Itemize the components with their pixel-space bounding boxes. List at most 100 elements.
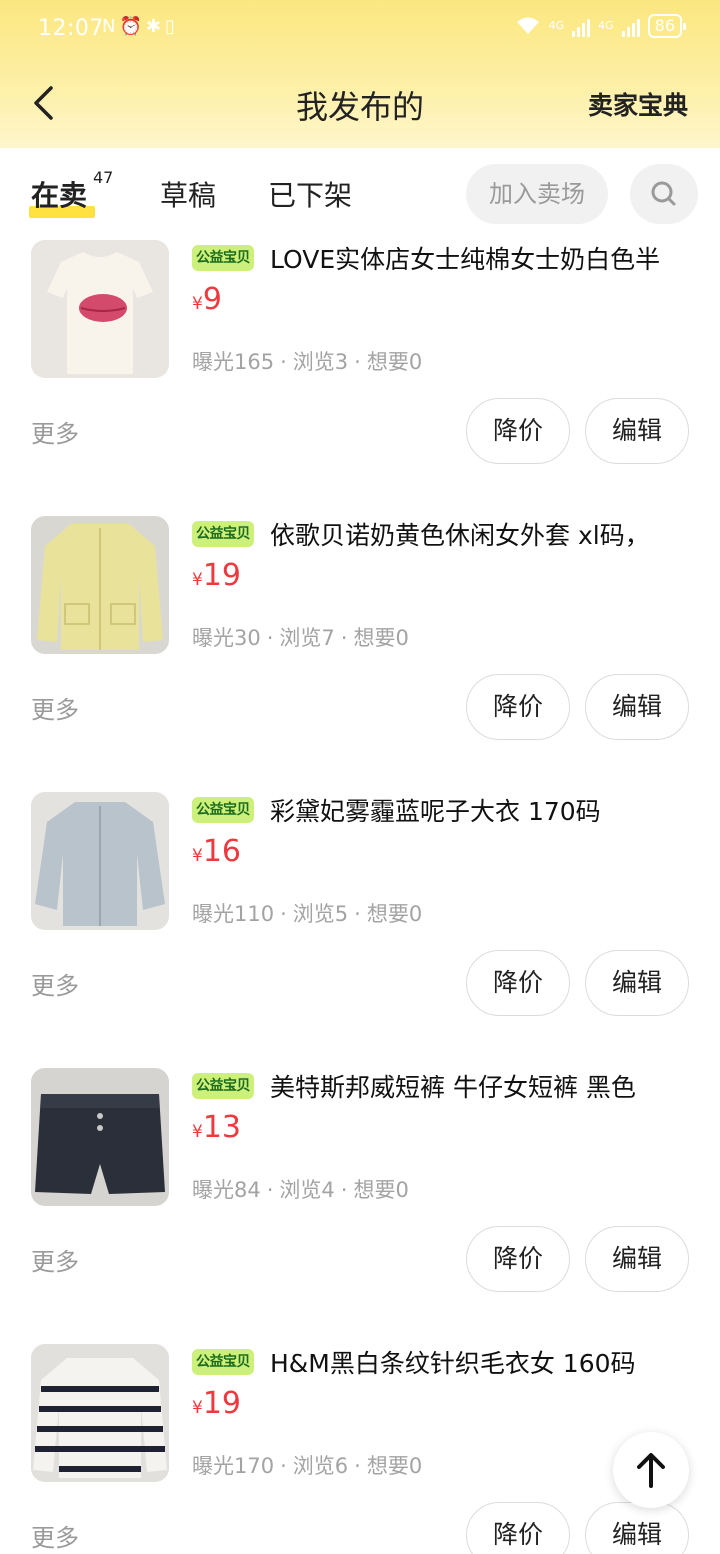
network-label-2: 4G <box>598 19 614 32</box>
stat-views: 浏览5 <box>292 902 349 926</box>
stat-exposure: 曝光30 <box>192 626 261 650</box>
signal-icon <box>572 15 591 37</box>
coat-image <box>31 792 169 930</box>
edit-button[interactable]: 编辑 <box>585 1226 689 1292</box>
edit-button[interactable]: 编辑 <box>585 950 689 1016</box>
lower-price-button[interactable]: 降价 <box>466 1226 570 1292</box>
product-thumbnail[interactable] <box>31 792 169 930</box>
price-value: 13 <box>202 1110 242 1145</box>
stat-views: 浏览3 <box>292 350 349 374</box>
nfc-icon: N <box>102 16 116 37</box>
status-time: 12:07 <box>38 16 104 41</box>
stat-views: 浏览6 <box>292 1454 349 1478</box>
item-stats: 曝光84 · 浏览4 · 想要0 <box>192 1178 409 1202</box>
item-title[interactable]: 依歌贝诺奶黄色休闲女外套 xl码， <box>270 516 700 552</box>
status-left-icons: N ⏰ ✱ ▯ <box>102 16 175 37</box>
more-button[interactable]: 更多 <box>31 414 79 449</box>
charity-badge: 公益宝贝 <box>192 1349 254 1375</box>
tab-delisted[interactable]: 已下架 <box>268 174 352 214</box>
lower-price-button[interactable]: 降价 <box>466 950 570 1016</box>
vibrate-icon: ▯ <box>164 16 175 37</box>
stat-exposure: 曝光110 <box>192 902 275 926</box>
more-button[interactable]: 更多 <box>31 1242 79 1277</box>
stat-views: 浏览4 <box>279 1178 335 1202</box>
tab-drafts[interactable]: 草稿 <box>160 174 216 214</box>
stat-wants: 想要0 <box>366 350 423 374</box>
product-thumbnail[interactable] <box>31 1344 169 1482</box>
sweater-image <box>31 1344 169 1482</box>
item-stats: 曝光170 · 浏览6 · 想要0 <box>192 1454 423 1478</box>
stat-exposure: 曝光165 <box>192 350 275 374</box>
item-title[interactable]: 彩黛妃雾霾蓝呢子大衣 170码 <box>270 792 700 828</box>
currency-symbol: ¥ <box>192 1122 203 1142</box>
currency-symbol: ¥ <box>192 1398 203 1418</box>
currency-symbol: ¥ <box>192 846 203 866</box>
item-price: ¥19 <box>192 558 241 593</box>
item-stats: 曝光110 · 浏览5 · 想要0 <box>192 902 423 926</box>
arrow-up-icon <box>637 1453 665 1488</box>
currency-symbol: ¥ <box>192 294 203 314</box>
bluetooth-icon: ✱ <box>145 16 161 37</box>
stat-wants: 想要0 <box>366 1454 423 1478</box>
item-price: ¥19 <box>192 1386 241 1421</box>
charity-badge: 公益宝贝 <box>192 521 254 547</box>
stat-exposure: 曝光170 <box>192 1454 275 1478</box>
tab-on-sale[interactable]: 在卖 47 <box>29 168 113 218</box>
status-right: 4G 4G 86 <box>515 14 687 38</box>
product-thumbnail[interactable] <box>31 240 169 378</box>
item-price: ¥16 <box>192 834 241 869</box>
list-item: 公益宝贝 美特斯邦威短裤 牛仔女短裤 黑色 ¥13 曝光84 · 浏览4 · 想要0 更… <box>0 1068 720 1344</box>
list-item: 公益宝贝 彩黛妃雾霾蓝呢子大衣 170码 ¥16 曝光110 · 浏览5 · 想要0 更… <box>0 792 720 1068</box>
stat-wants: 想要0 <box>353 626 409 650</box>
alarm-icon: ⏰ <box>119 16 142 37</box>
seller-guide-link[interactable]: 卖家宝典 <box>588 86 688 122</box>
item-title[interactable]: 美特斯邦威短裤 牛仔女短裤 黑色 <box>270 1068 700 1104</box>
nav-bar: 我发布的 卖家宝典 <box>0 60 720 148</box>
edit-button[interactable]: 编辑 <box>585 674 689 740</box>
list-item: 公益宝贝 LOVE实体店女士纯棉女士奶白色半 ¥9 曝光165 · 浏览3 · 想要0 … <box>0 240 720 516</box>
price-value: 19 <box>202 558 242 593</box>
join-marketplace-button[interactable]: 加入卖场 <box>466 164 608 224</box>
item-title[interactable]: LOVE实体店女士纯棉女士奶白色半 <box>270 240 700 276</box>
tab-count-badge: 47 <box>93 168 114 187</box>
stat-exposure: 曝光84 <box>192 1178 261 1202</box>
search-button[interactable] <box>630 164 698 224</box>
more-button[interactable]: 更多 <box>31 966 79 1001</box>
edit-button[interactable]: 编辑 <box>585 398 689 464</box>
more-button[interactable]: 更多 <box>31 1518 79 1553</box>
stat-wants: 想要0 <box>366 902 423 926</box>
shorts-image <box>31 1068 169 1206</box>
list-item: 公益宝贝 依歌贝诺奶黄色休闲女外套 xl码， ¥19 曝光30 · 浏览7 · 想要0 … <box>0 516 720 792</box>
tab-label: 在卖 <box>31 179 88 212</box>
stat-wants: 想要0 <box>353 1178 409 1202</box>
battery-indicator: 86 <box>647 14 687 38</box>
item-title[interactable]: H&M黑白条纹针织毛衣女 160码 <box>270 1344 700 1380</box>
lower-price-button[interactable]: 降价 <box>466 1502 570 1554</box>
price-value: 16 <box>202 834 242 869</box>
search-icon <box>651 181 676 206</box>
product-thumbnail[interactable] <box>31 516 169 654</box>
item-stats: 曝光165 · 浏览3 · 想要0 <box>192 350 423 374</box>
list-item: 公益宝贝 H&M黑白条纹针织毛衣女 160码 ¥19 曝光170 · 浏览6 · 想要0… <box>0 1344 720 1554</box>
scroll-to-top-button[interactable] <box>613 1432 689 1508</box>
item-price: ¥13 <box>192 1110 241 1145</box>
network-label-1: 4G <box>548 19 565 32</box>
charity-badge: 公益宝贝 <box>192 245 254 271</box>
lower-price-button[interactable]: 降价 <box>466 398 570 464</box>
more-button[interactable]: 更多 <box>31 690 79 725</box>
currency-symbol: ¥ <box>192 570 203 590</box>
charity-badge: 公益宝贝 <box>192 1073 254 1099</box>
item-price: ¥9 <box>192 282 222 317</box>
jacket-image <box>31 516 169 654</box>
price-value: 9 <box>202 282 222 317</box>
lower-price-button[interactable]: 降价 <box>466 674 570 740</box>
status-bar: 12:07 N ⏰ ✱ ▯ 4G 4G 86 <box>0 0 720 60</box>
edit-button[interactable]: 编辑 <box>585 1502 689 1554</box>
item-stats: 曝光30 · 浏览7 · 想要0 <box>192 626 409 650</box>
charity-badge: 公益宝贝 <box>192 797 254 823</box>
price-value: 19 <box>202 1386 242 1421</box>
signal-icon-2 <box>621 15 640 37</box>
product-thumbnail[interactable] <box>31 1068 169 1206</box>
stat-views: 浏览7 <box>279 626 335 650</box>
wifi-icon <box>516 17 539 34</box>
